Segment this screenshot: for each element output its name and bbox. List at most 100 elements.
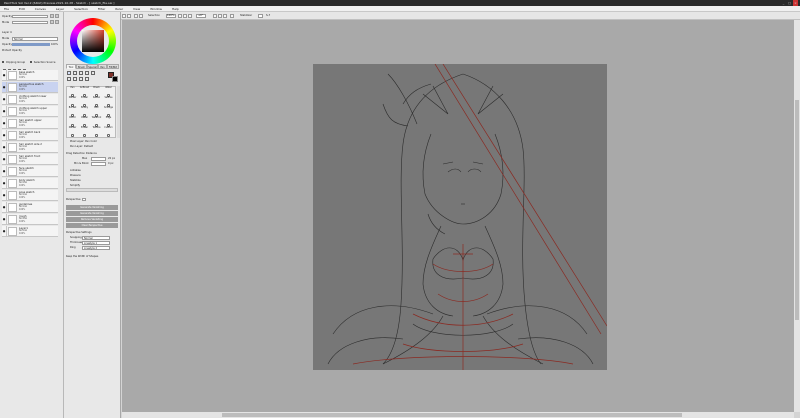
- brush-slot[interactable]: SelEras: [103, 96, 114, 107]
- layer-row[interactable]: ● face sketch Normal 100%: [2, 166, 58, 178]
- tab-tool[interactable]: Tool: [66, 64, 76, 69]
- brush-slot[interactable]: Marker: [67, 126, 78, 137]
- option-pen-layer[interactable]: Pen Layer: Default: [70, 145, 93, 148]
- eye-icon[interactable]: ●: [2, 130, 7, 141]
- tab-pen[interactable]: Pen: [98, 64, 107, 69]
- zoom-fit-button[interactable]: [188, 14, 192, 18]
- menu-selection[interactable]: Selection: [74, 7, 88, 11]
- brush-slot[interactable]: Eraser: [79, 96, 90, 107]
- canvas-viewport[interactable]: [122, 20, 794, 412]
- snap-select[interactable]: Normal: [82, 236, 110, 240]
- select-tool-icon[interactable]: [67, 71, 71, 75]
- lasso-tool-icon[interactable]: [73, 71, 77, 75]
- menu-canvas[interactable]: Canvas: [35, 7, 46, 11]
- text-tool-icon[interactable]: [91, 71, 95, 75]
- nav-button-1[interactable]: [50, 14, 54, 18]
- clip-checkbox[interactable]: [2, 61, 4, 63]
- blend-mode-select[interactable]: Normal: [12, 36, 58, 41]
- nav-button-2[interactable]: [55, 14, 59, 18]
- protect-opacity-check[interactable]: Protect Opacity: [2, 49, 22, 52]
- keep-width-check[interactable]: Keep the Width of Shapes: [66, 255, 98, 258]
- rotate-reset-button[interactable]: [223, 14, 227, 18]
- zoom-out-button[interactable]: [178, 14, 182, 18]
- layer-row[interactable]: ● base sketch Normal 100%: [2, 70, 58, 82]
- brush-slot[interactable]: Custom: [103, 126, 114, 137]
- ring-select[interactable]: Linestyle 2: [82, 246, 110, 250]
- vertical-scroll-thumb[interactable]: [795, 100, 799, 320]
- eye-icon[interactable]: ●: [2, 154, 7, 165]
- remove-vanishing-button[interactable]: Remove Vanishing: [66, 217, 118, 222]
- brush-slot[interactable]: Edge: [103, 116, 114, 127]
- brush-slot[interactable]: Pen: [67, 86, 78, 97]
- brush-slot[interactable]: Eraser: [79, 126, 90, 137]
- layer-row[interactable]: ● guidelines Normal 100%: [2, 202, 58, 214]
- stabilizer-select[interactable]: [258, 14, 263, 18]
- brush-slot[interactable]: Bucket: [67, 106, 78, 117]
- eye-icon[interactable]: ●: [2, 214, 7, 225]
- brush-slot[interactable]: Water: [103, 86, 114, 97]
- vertical-scrollbar[interactable]: [794, 20, 800, 412]
- eye-icon[interactable]: ●: [2, 226, 7, 237]
- move-tool-icon[interactable]: [85, 71, 89, 75]
- stroke-opt-4[interactable]: Simplify: [70, 184, 80, 187]
- clear-perspective-button[interactable]: Clear Perspective: [66, 223, 118, 228]
- eyedropper-icon[interactable]: [85, 77, 89, 81]
- sub-color-swatch[interactable]: [112, 76, 118, 82]
- eye-icon[interactable]: ●: [2, 106, 7, 117]
- toolbar-button-1[interactable]: [122, 14, 126, 18]
- selection-toggle[interactable]: Selection: [148, 12, 160, 20]
- toolbar-button-4[interactable]: [139, 14, 143, 18]
- brush-slot[interactable]: Pastel: [79, 116, 90, 127]
- layer-row[interactable]: ● pose sketch Normal 100%: [2, 190, 58, 202]
- eye-icon[interactable]: ●: [2, 94, 7, 105]
- eye-icon[interactable]: ●: [2, 202, 7, 213]
- brush-slot[interactable]: Brush: [91, 86, 102, 97]
- eye-icon[interactable]: ●: [2, 190, 7, 201]
- rotate-tool-icon[interactable]: [73, 77, 77, 81]
- horizontal-scrollbar[interactable]: [122, 412, 794, 418]
- eye-icon[interactable]: ●: [2, 178, 7, 189]
- horizontal-scroll-thumb[interactable]: [222, 413, 682, 417]
- layer-row[interactable]: ● Layer1 Normal 100%: [2, 226, 58, 238]
- tab-special[interactable]: Special: [87, 64, 98, 69]
- brush-slot[interactable]: Smudge: [103, 106, 114, 117]
- tab-fill[interactable]: Fill/Bkt: [107, 64, 119, 69]
- menu-file[interactable]: File: [4, 7, 9, 11]
- brush-slot[interactable]: Watercol: [91, 116, 102, 127]
- brush-scrollbar[interactable]: [117, 86, 120, 138]
- eye-icon[interactable]: ●: [2, 82, 7, 93]
- menu-view[interactable]: View: [133, 7, 140, 11]
- document-canvas[interactable]: [313, 63, 608, 370]
- blend-slider[interactable]: [12, 21, 48, 24]
- selsrc-checkbox[interactable]: [29, 61, 32, 63]
- zoom-in-button[interactable]: [183, 14, 187, 18]
- perspective-input[interactable]: [82, 198, 86, 201]
- min-input[interactable]: [91, 162, 106, 166]
- flip-button[interactable]: [230, 14, 234, 18]
- thickness-select[interactable]: Linestyle 1: [82, 241, 110, 245]
- layer-opacity-bar[interactable]: [12, 43, 50, 46]
- toolbar-button-3[interactable]: [134, 14, 138, 18]
- menu-layer[interactable]: Layer: [56, 7, 64, 11]
- opacity-slider[interactable]: [12, 15, 48, 18]
- menu-filter[interactable]: Filter: [98, 7, 105, 11]
- menu-help[interactable]: Help: [172, 7, 179, 11]
- eye-icon[interactable]: ●: [2, 142, 7, 153]
- stroke-opt-2[interactable]: Pressure: [70, 174, 81, 177]
- generate-vanishing-2-button[interactable]: Generate Vanishing: [66, 211, 118, 216]
- brush-slot[interactable]: Blur: [91, 106, 102, 117]
- tab-brush[interactable]: Brush: [76, 64, 87, 69]
- nav-button-3[interactable]: [50, 20, 54, 24]
- generate-vanishing-button[interactable]: Generate Vanishing: [66, 205, 118, 210]
- toolbar-button-2[interactable]: [127, 14, 131, 18]
- hand-tool-icon[interactable]: [79, 77, 83, 81]
- rotate-right-button[interactable]: [218, 14, 222, 18]
- nav-button-4[interactable]: [55, 20, 59, 24]
- option-pixel-layer[interactable]: Pixel Layer: Pen Color: [70, 140, 97, 143]
- menu-ruler[interactable]: Ruler: [115, 7, 123, 11]
- rotate-left-button[interactable]: [213, 14, 217, 18]
- max-input[interactable]: [91, 157, 106, 161]
- eye-icon[interactable]: ●: [2, 118, 7, 129]
- brush-slot[interactable]: SelPen: [91, 96, 102, 107]
- brush-slot[interactable]: Texture: [91, 126, 102, 137]
